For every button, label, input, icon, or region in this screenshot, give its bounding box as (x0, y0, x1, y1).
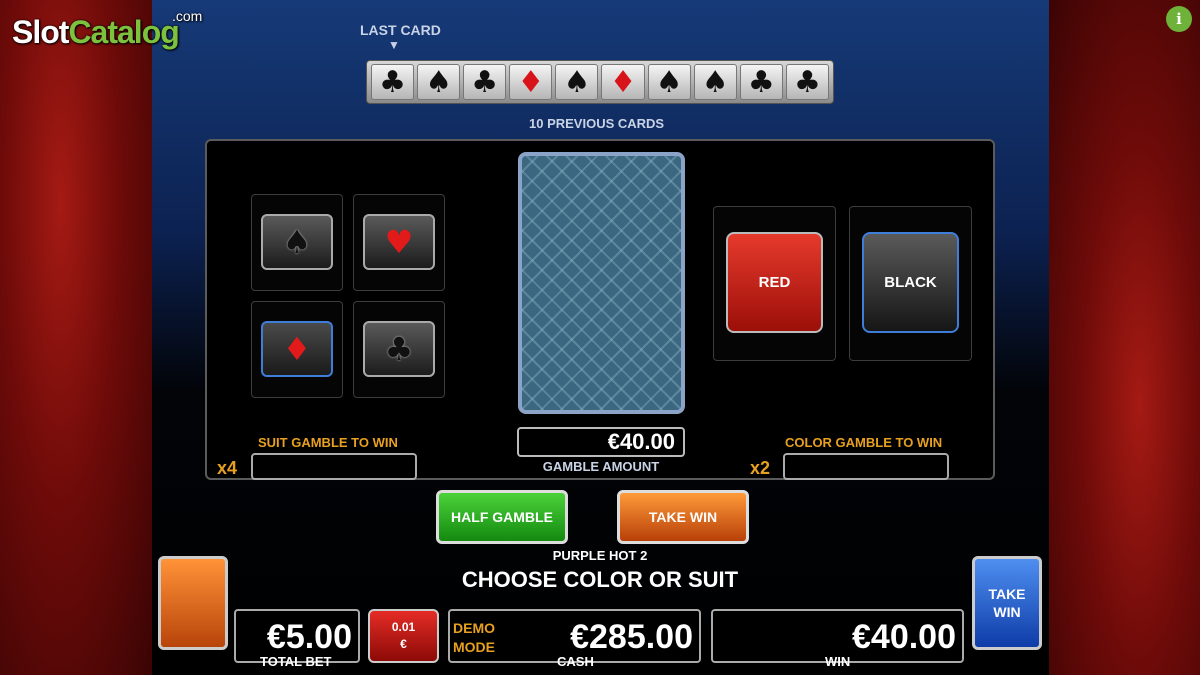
half-gamble-button[interactable]: HALF GAMBLE (436, 490, 568, 544)
logo-text-com: .com (172, 8, 203, 24)
black-button[interactable]: BLACK (862, 232, 959, 333)
history-card-5: ♠ (555, 64, 599, 100)
history-card-6: ♦ (601, 64, 645, 100)
previous-cards-label: 10 PREVIOUS CARDS (529, 116, 665, 131)
gamble-amount-value: €40.00 (517, 427, 685, 457)
last-card-arrow-icon: ▼ (388, 38, 400, 52)
logo-text-catalog: Catalog (68, 14, 179, 50)
right-curtain-background (1048, 0, 1200, 675)
gamble-panel: ♠ ♥ ♦ ♣ €40.00 GAMBLE AMOUNT RED BLACK S… (205, 139, 995, 480)
history-card-7: ♠ (647, 64, 691, 100)
suit-cell-spades: ♠ (251, 194, 343, 291)
face-down-card (518, 152, 685, 414)
diamonds-button[interactable]: ♦ (261, 321, 333, 377)
color-multiplier: x2 (750, 458, 771, 478)
game-name: PURPLE HOT 2 (552, 548, 648, 563)
history-card-1: ♣ (371, 64, 415, 100)
color-cell-red: RED (713, 206, 836, 361)
suit-gamble-label: SUIT GAMBLE TO WIN (258, 435, 398, 450)
cash-label: CASH (557, 654, 594, 669)
take-win-side-button[interactable]: TAKE WIN (972, 556, 1042, 650)
suit-cell-hearts: ♥ (353, 194, 445, 291)
coin-value: 0.01 (391, 620, 416, 634)
history-card-10: ♣ (785, 64, 829, 100)
suit-cell-diamonds: ♦ (251, 301, 343, 398)
slotcatalog-logo: SlotCatalog .com (12, 8, 202, 51)
left-curtain-background (0, 0, 152, 675)
clubs-button[interactable]: ♣ (363, 321, 435, 377)
coin-currency: € (400, 637, 407, 651)
demo-label-line1: DEMO (453, 620, 495, 636)
suit-cell-clubs: ♣ (353, 301, 445, 398)
history-card-3: ♣ (463, 64, 507, 100)
last-card-label: LAST CARD (360, 22, 441, 38)
status-message: CHOOSE COLOR OR SUIT (461, 567, 739, 592)
take-win-button[interactable]: TAKE WIN (617, 490, 749, 544)
demo-mode-label: DEMO MODE (453, 619, 495, 657)
color-gamble-label: COLOR GAMBLE TO WIN (785, 435, 943, 450)
demo-label-line2: MODE (453, 639, 495, 655)
color-cell-black: BLACK (849, 206, 972, 361)
logo-text-slot: Slot (12, 14, 69, 50)
history-card-8: ♠ (693, 64, 737, 100)
orange-side-button[interactable] (158, 556, 228, 650)
history-card-4: ♦ (509, 64, 553, 100)
spades-button[interactable]: ♠ (261, 214, 333, 270)
suit-multiplier: x4 (217, 458, 238, 478)
color-gamble-win-box (783, 453, 949, 480)
suit-gamble-win-box (251, 453, 417, 480)
red-button[interactable]: RED (726, 232, 823, 333)
win-label: WIN (825, 654, 851, 669)
gamble-amount-label: GAMBLE AMOUNT (542, 459, 660, 474)
coin-value-button[interactable]: 0.01 € (368, 609, 439, 663)
previous-cards-strip: ♣ ♠ ♣ ♦ ♠ ♦ ♠ ♠ ♣ ♣ (366, 60, 834, 104)
info-icon[interactable]: i (1166, 6, 1192, 32)
history-card-9: ♣ (739, 64, 783, 100)
history-card-2: ♠ (417, 64, 461, 100)
total-bet-label: TOTAL BET (260, 654, 332, 669)
hearts-button[interactable]: ♥ (363, 214, 435, 270)
